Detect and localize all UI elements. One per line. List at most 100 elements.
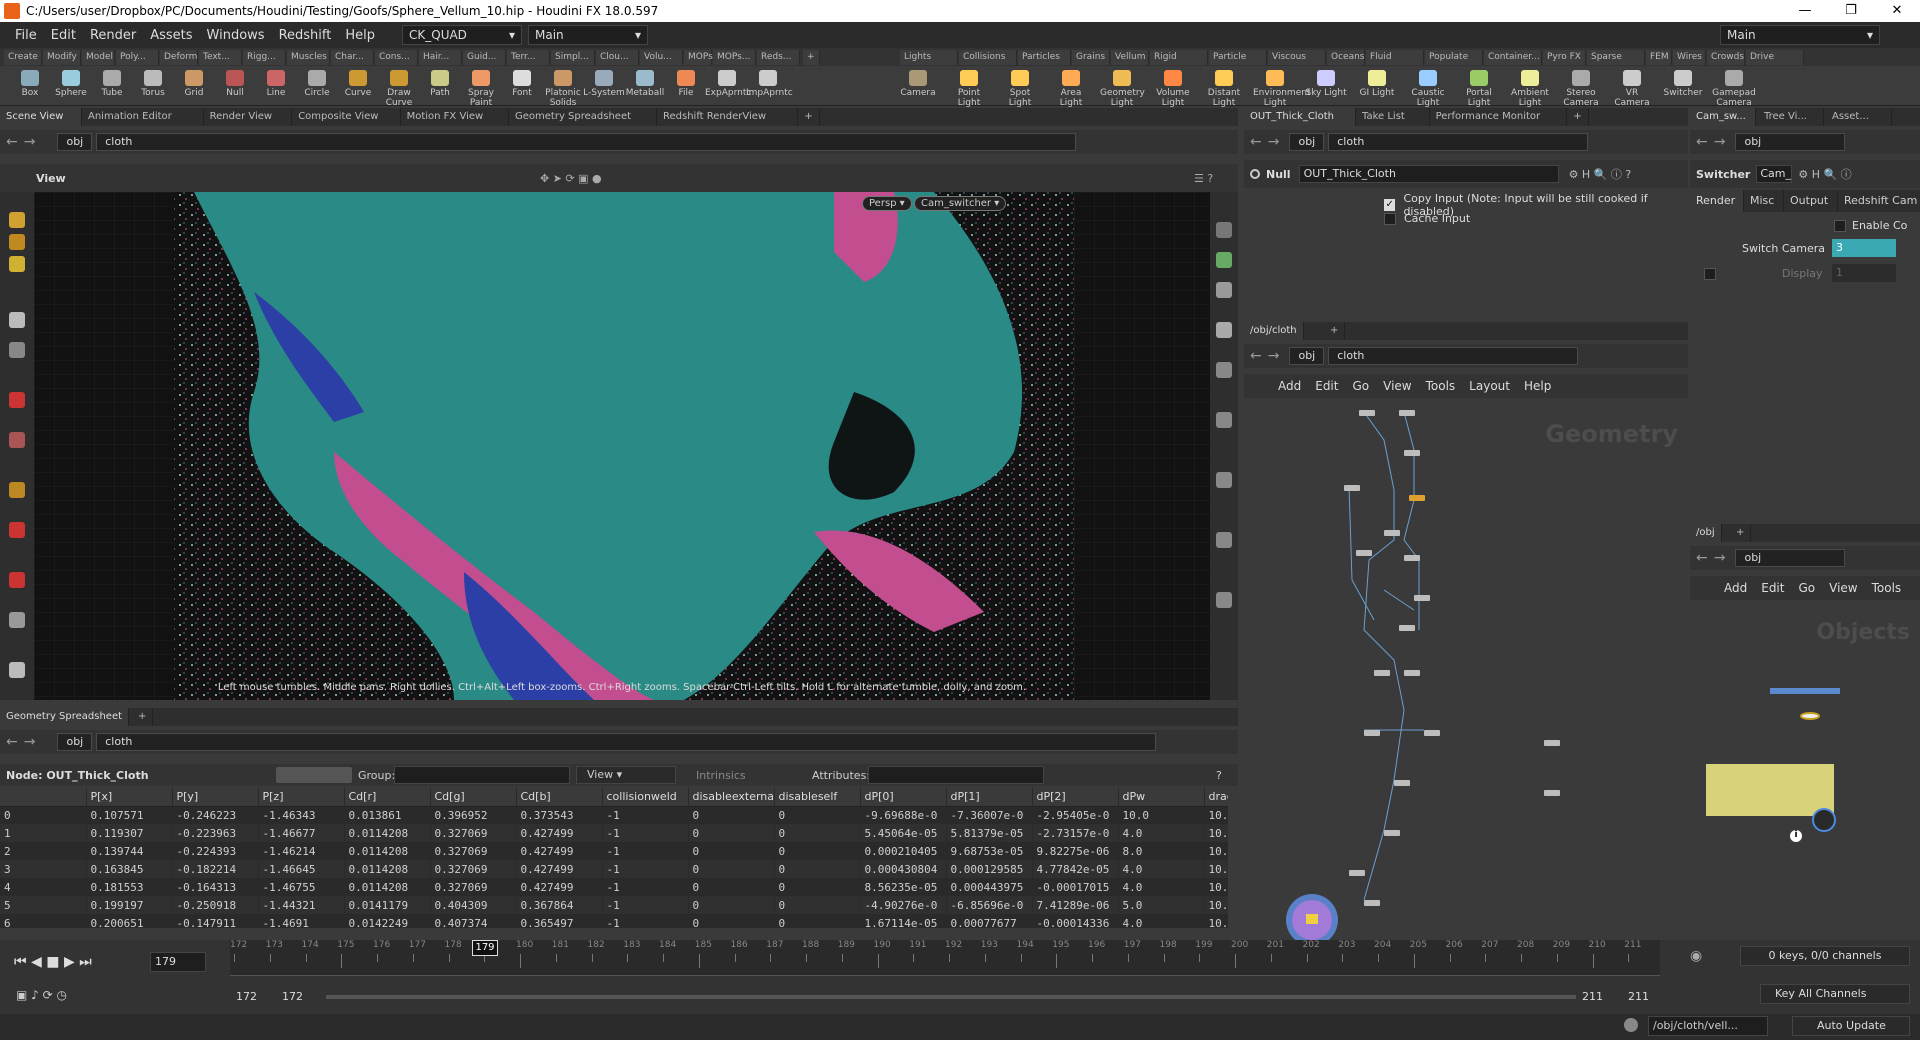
column-header[interactable]: Cd[g] <box>430 788 517 807</box>
param-tab[interactable]: Redshift Cam <box>1838 190 1920 212</box>
shelf-tab[interactable]: Particles <box>1018 50 1071 65</box>
network-editor[interactable]: Geometry <box>1244 400 1688 940</box>
table-row[interactable]: 4 0.181553 -0.164313 -1.46755 0.0114208 0.327… <box>0 878 1228 896</box>
viewport-3d[interactable]: Persp ▾ Cam_switcher ▾ Left mouse tumble… <box>34 192 1210 700</box>
display-checkbox[interactable] <box>1704 268 1716 280</box>
table-row[interactable]: 6 0.200651 -0.147911 -1.4691 0.0142249 0.4073… <box>0 914 1228 928</box>
light-toggle-icon[interactable] <box>1216 322 1232 338</box>
network-node[interactable] <box>1404 670 1420 676</box>
playback-controls[interactable]: ⏮ ◀ ■ ▶ ⏭ <box>14 954 92 970</box>
shelf-tab[interactable]: Reds... <box>757 50 800 65</box>
shelf-tab[interactable]: Rigg... <box>243 50 286 65</box>
shelf-tab[interactable]: Model <box>82 50 115 65</box>
transform-icon[interactable] <box>9 392 25 408</box>
net-menu-layout[interactable]: Layout <box>1469 379 1510 393</box>
shelf-tab[interactable]: Volu... <box>640 50 683 65</box>
help-icon[interactable]: ? <box>1216 769 1222 782</box>
tab-obj[interactable]: /obj <box>1690 524 1722 542</box>
persp-menu[interactable]: Persp ▾ <box>862 196 912 211</box>
tab-obj-cloth[interactable]: /obj/cloth <box>1244 322 1304 340</box>
timeline-ruler[interactable]: 172 173 174 175 176 177 178 179 180 181 182 183 184 1… <box>230 940 1660 976</box>
shelf-tab[interactable]: Populate C... <box>1425 50 1483 77</box>
range-start-2[interactable]: 172 <box>282 990 303 1003</box>
path-node[interactable]: cloth <box>1328 347 1579 365</box>
shelf-tab[interactable]: Drive Sim... <box>1746 50 1804 77</box>
shelf-tab[interactable]: Container... <box>1484 50 1542 65</box>
desktop-select[interactable]: CK_QUAD ▾ <box>402 25 522 45</box>
shelf-tool[interactable]: Circle <box>295 68 339 98</box>
network-box[interactable] <box>1706 764 1834 816</box>
status-path[interactable]: /obj/cloth/vell... <box>1648 1016 1768 1036</box>
path-node[interactable]: cloth <box>96 133 1077 151</box>
network-node[interactable] <box>1399 625 1415 631</box>
tab-switcher[interactable]: Asset... <box>1826 108 1892 126</box>
tab-scene-view[interactable]: Scene View <box>0 108 82 126</box>
camera-menu[interactable]: Cam_switcher ▾ <box>914 196 1007 211</box>
column-header[interactable] <box>0 788 87 807</box>
obj-menu-edit[interactable]: Edit <box>1761 581 1784 595</box>
shelf-tool[interactable]: Line <box>254 68 298 98</box>
network-node[interactable] <box>1349 870 1365 876</box>
menu-file[interactable]: File <box>8 28 44 43</box>
menu-assets[interactable]: Assets <box>143 28 199 43</box>
column-header[interactable]: P[y] <box>172 788 259 807</box>
shelf-tool[interactable]: Platonic Solids <box>541 68 585 108</box>
shelf-tab[interactable]: Terr... <box>507 50 550 65</box>
obj-menu-tools[interactable]: Tools <box>1872 581 1902 595</box>
network-node[interactable] <box>1364 900 1380 906</box>
network-node[interactable] <box>1359 410 1375 416</box>
table-row[interactable]: 1 0.119307 -0.223963 -1.46677 0.0114208 0.327… <box>0 824 1228 842</box>
menu-help[interactable]: Help <box>338 28 382 43</box>
shelf-tab[interactable]: Grains <box>1072 50 1110 65</box>
forward-arrow-icon[interactable]: → <box>24 134 36 150</box>
chat-icon[interactable] <box>1624 1018 1638 1032</box>
network-node[interactable] <box>1356 550 1372 556</box>
shelf-tab[interactable]: Collisions <box>959 50 1017 65</box>
column-header[interactable]: Cd[r] <box>344 788 431 807</box>
shelf-tool[interactable]: Switcher <box>1661 68 1705 98</box>
column-header[interactable]: drag <box>1204 788 1228 807</box>
shelf-tab[interactable]: Deform <box>160 50 198 65</box>
menu-windows[interactable]: Windows <box>200 28 272 43</box>
obj-node-selected[interactable] <box>1812 808 1836 832</box>
shelf-tab[interactable]: Particle Fl... <box>1209 50 1267 77</box>
shelf-tool[interactable]: Environment Light <box>1253 68 1310 108</box>
shelf-tool[interactable]: Distant Light <box>1202 68 1246 108</box>
network-node[interactable] <box>1544 740 1560 746</box>
ghost-icon[interactable] <box>1216 252 1232 268</box>
display-options-icon[interactable] <box>1216 222 1232 238</box>
view-menu[interactable]: View ▾ <box>576 766 676 784</box>
shelf-tool[interactable]: Null <box>213 68 257 98</box>
param-header-icons[interactable]: ⚙ H 🔍 ⓘ ? <box>1569 166 1632 182</box>
camera-icon[interactable] <box>9 612 25 628</box>
forward-arrow-icon[interactable]: → <box>1714 134 1726 150</box>
shelf-tool[interactable]: Tube <box>90 68 134 98</box>
switcher-header-icons[interactable]: ⚙ H 🔍 ⓘ <box>1798 166 1851 182</box>
select-icon[interactable] <box>9 212 25 228</box>
shelf-tool[interactable]: VR Camera <box>1610 68 1654 108</box>
shelf-tab[interactable]: Clou... <box>596 50 639 65</box>
group-field[interactable] <box>394 766 570 784</box>
switch-camera-field[interactable]: 3 <box>1832 239 1896 257</box>
shelf-tool[interactable]: Metaball <box>623 68 667 98</box>
shelf-tool[interactable]: Curve <box>336 68 380 98</box>
shelf-tab[interactable]: Oceans <box>1327 50 1365 65</box>
back-arrow-icon[interactable]: ← <box>1696 550 1708 566</box>
path-obj[interactable]: obj <box>1735 549 1846 567</box>
network-node[interactable] <box>1409 495 1425 501</box>
shelf-tab[interactable]: Sparse Pyr... <box>1587 50 1645 77</box>
param-tab[interactable]: Output <box>1784 190 1838 212</box>
lock-icon[interactable] <box>9 342 25 358</box>
shelf-tool[interactable]: Sphere <box>49 68 93 98</box>
column-header[interactable]: dP[1] <box>946 788 1033 807</box>
shelf-tool[interactable]: Gamepad Camera <box>1712 68 1756 108</box>
table-row[interactable]: 5 0.199197 -0.250918 -1.44321 0.0141179 0.404… <box>0 896 1228 914</box>
path-obj[interactable]: obj <box>1289 133 1325 151</box>
shading-icon[interactable] <box>1216 282 1232 298</box>
back-arrow-icon[interactable]: ← <box>1250 348 1262 364</box>
network-node[interactable] <box>1544 790 1560 796</box>
network-node[interactable] <box>1404 555 1420 561</box>
shelf-tab[interactable]: Modify <box>43 50 81 65</box>
network-node[interactable] <box>1399 410 1415 416</box>
path-node[interactable]: cloth <box>96 733 1157 751</box>
